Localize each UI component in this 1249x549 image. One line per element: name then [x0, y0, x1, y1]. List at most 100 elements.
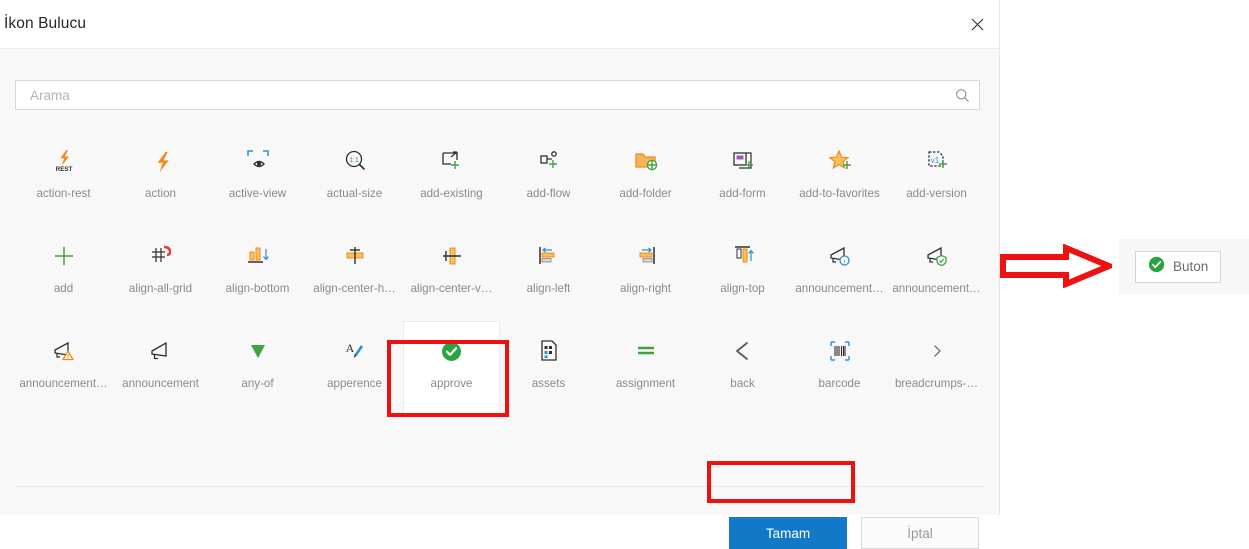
icon-cell-actual-size-icon[interactable]: 1:1 actual-size	[306, 131, 403, 226]
icon-label: add-version	[906, 187, 967, 200]
icon-label: breadcrumps-…	[894, 377, 979, 390]
approve-icon	[437, 336, 467, 366]
icon-label: align-bottom	[225, 282, 290, 295]
icon-cell-approve-icon[interactable]: approve	[403, 321, 500, 416]
icon-cell-announcement-info-icon[interactable]: i announcement…	[791, 226, 888, 321]
icon-cell-add-to-favorites-icon[interactable]: add-to-favorites	[791, 131, 888, 226]
icon-label: barcode	[818, 377, 861, 390]
icon-cell-barcode-icon[interactable]: barcode	[791, 321, 888, 416]
icon-cell-assignment-icon[interactable]: assignment	[597, 321, 694, 416]
apperence-icon: A	[340, 336, 370, 366]
screen: İkon Bulucu RESTaction-res	[0, 0, 1249, 549]
add-form-icon	[728, 146, 758, 176]
align-all-grid-icon	[146, 241, 176, 271]
icon-label: actual-size	[326, 187, 383, 200]
search-input[interactable]	[16, 81, 945, 109]
preview-button[interactable]: Buton	[1135, 250, 1222, 283]
actual-size-icon: 1:1	[340, 146, 370, 176]
icon-cell-align-top-icon[interactable]: align-top	[694, 226, 791, 321]
preview-strip: Buton	[1119, 239, 1249, 294]
icon-cell-announcement-approved-icon[interactable]: announcement…	[888, 226, 985, 321]
icon-picker-dialog: İkon Bulucu RESTaction-res	[0, 0, 1000, 549]
add-folder-icon	[631, 146, 661, 176]
barcode-icon	[825, 336, 855, 366]
icon-cell-add-existing-icon[interactable]: add-existing	[403, 131, 500, 226]
add-flow-icon	[534, 146, 564, 176]
icon-label: align-center-v…	[410, 282, 493, 295]
icon-cell-apperence-icon[interactable]: Aapperence	[306, 321, 403, 416]
search-icon[interactable]	[945, 81, 979, 109]
icon-cell-back-arrow-icon[interactable]: back	[694, 321, 791, 416]
icon-label: assignment	[615, 377, 676, 390]
icon-cell-add-folder-icon[interactable]: add-folder	[597, 131, 694, 226]
dialog-titlebar: İkon Bulucu	[0, 0, 999, 48]
icon-label: add	[53, 282, 74, 295]
close-icon[interactable]	[961, 8, 993, 40]
icon-cell-any-of-icon[interactable]: any-of	[209, 321, 306, 416]
icon-cell-align-bottom-icon[interactable]: align-bottom	[209, 226, 306, 321]
icon-cell-align-all-grid-icon[interactable]: align-all-grid	[112, 226, 209, 321]
icon-label: align-top	[720, 282, 765, 295]
align-left-icon	[534, 241, 564, 271]
add-existing-icon	[437, 146, 467, 176]
icon-grid: REST action-rest action active-view 1:1 actua…	[15, 131, 985, 416]
add-version-icon: v1	[922, 146, 952, 176]
bolt-icon	[146, 146, 176, 176]
assignment-icon	[631, 336, 661, 366]
icon-cell-announcement-warning-icon[interactable]: announcement…	[15, 321, 112, 416]
icon-cell-add-flow-icon[interactable]: add-flow	[500, 131, 597, 226]
icon-label: add-folder	[619, 187, 672, 200]
icon-cell-plus-icon[interactable]: add	[15, 226, 112, 321]
icon-label: active-view	[228, 187, 287, 200]
breadcrumps-chevron-icon	[922, 336, 952, 366]
icon-cell-active-view-icon[interactable]: active-view	[209, 131, 306, 226]
icon-cell-bolt-rest-icon[interactable]: REST action-rest	[15, 131, 112, 226]
icon-cell-align-right-icon[interactable]: align-right	[597, 226, 694, 321]
icon-cell-breadcrumps-chevron-icon[interactable]: breadcrumps-…	[888, 321, 985, 416]
announcement-icon	[146, 336, 176, 366]
search-bar	[15, 80, 980, 110]
back-arrow-icon	[728, 336, 758, 366]
icon-cell-align-left-icon[interactable]: align-left	[500, 226, 597, 321]
preview-button-label: Buton	[1173, 259, 1209, 274]
icon-label: align-right	[620, 282, 671, 295]
icon-cell-add-version-icon[interactable]: v1 add-version	[888, 131, 985, 226]
icon-label: add-form	[719, 187, 766, 200]
icon-grid-scroll[interactable]: REST action-rest action active-view 1:1 actua…	[15, 131, 985, 461]
approve-icon	[1148, 256, 1165, 278]
any-of-icon	[243, 336, 273, 366]
dialog-body: REST action-rest action active-view 1:1 actua…	[0, 48, 999, 549]
icon-label: apperence	[327, 377, 382, 390]
icon-label: announcement…	[19, 377, 108, 390]
icon-cell-align-center-horizontal-icon[interactable]: align-center-h…	[306, 226, 403, 321]
icon-cell-announcement-icon[interactable]: announcement	[112, 321, 209, 416]
announcement-warning-icon	[49, 336, 79, 366]
icon-label: announcement…	[795, 282, 884, 295]
announcement-info-icon: i	[825, 241, 855, 271]
assets-icon	[534, 336, 564, 366]
preview-panel: Buton	[1001, 0, 1249, 515]
bolt-rest-icon: REST	[49, 146, 79, 176]
announcement-approved-icon	[922, 241, 952, 271]
icon-cell-align-center-vertical-icon[interactable]: align-center-v…	[403, 226, 500, 321]
icon-label: add-flow	[526, 187, 571, 200]
icon-cell-bolt-icon[interactable]: action	[112, 131, 209, 226]
icon-cell-assets-icon[interactable]: assets	[500, 321, 597, 416]
ok-button[interactable]: Tamam	[729, 517, 847, 549]
icon-label: announcement	[122, 377, 199, 390]
active-view-icon	[243, 146, 273, 176]
dialog-footer: Tamam İptal	[729, 517, 979, 549]
cancel-button[interactable]: İptal	[861, 517, 979, 549]
svg-text:i: i	[843, 257, 845, 265]
page-title: İkon Bulucu	[4, 15, 87, 32]
align-center-vertical-icon	[437, 241, 467, 271]
align-center-horizontal-icon	[340, 241, 370, 271]
svg-text:REST: REST	[55, 166, 72, 173]
svg-text:A: A	[345, 341, 354, 355]
icon-label: align-left	[526, 282, 571, 295]
icon-label: assets	[531, 377, 566, 390]
icon-label: any-of	[241, 377, 274, 390]
icon-cell-add-form-icon[interactable]: add-form	[694, 131, 791, 226]
align-bottom-icon	[243, 241, 273, 271]
icon-label: announcement…	[892, 282, 981, 295]
